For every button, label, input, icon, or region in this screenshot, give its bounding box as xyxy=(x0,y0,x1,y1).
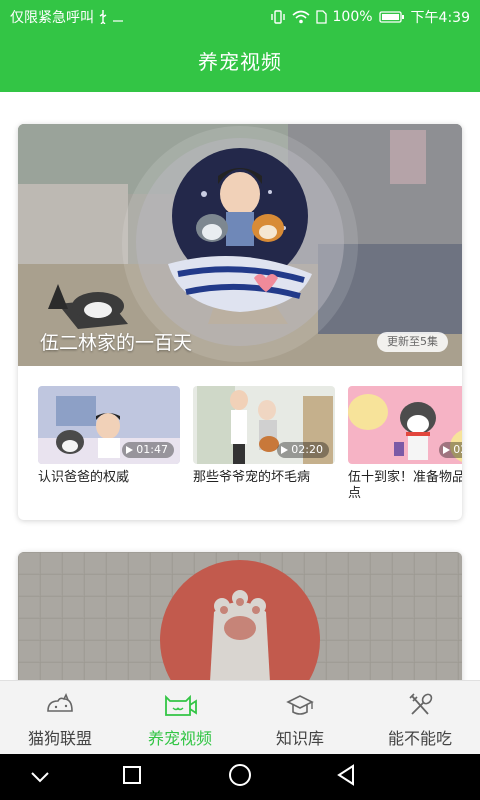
usb-icon xyxy=(98,10,108,24)
battery-percent: 100% xyxy=(332,9,373,25)
recents-button[interactable] xyxy=(92,754,172,800)
chevron-down-icon xyxy=(30,768,50,787)
episode-caption: 认识爸爸的权威 xyxy=(38,470,130,485)
status-bar: 仅限紧急呼叫 100% 下午4:39 xyxy=(0,0,480,32)
tab-label: 猫狗联盟 xyxy=(27,729,92,748)
episode-thumbnail[interactable]: 02:20 xyxy=(193,386,335,464)
system-nav-bar xyxy=(0,754,480,800)
collapse-button[interactable] xyxy=(0,754,80,800)
episode-item-3[interactable]: 02:1 伍十到家！准备物品盘点 xyxy=(348,386,462,502)
status-left: 仅限紧急呼叫 xyxy=(10,7,124,27)
vibrate-icon xyxy=(270,10,286,24)
duration-text: 01:47 xyxy=(136,443,168,456)
page-title: 养宠视频 xyxy=(198,50,282,74)
tab-pet-video[interactable]: 养宠视频 xyxy=(120,681,240,755)
battery-icon xyxy=(378,10,405,24)
graduation-cap-icon xyxy=(280,693,320,717)
tab-label: 知识库 xyxy=(275,729,324,748)
episode-item-1[interactable]: 01:47 认识爸爸的权威 xyxy=(38,386,180,486)
duration-text: 02:20 xyxy=(291,443,323,456)
notification-icon xyxy=(112,11,124,23)
circle-icon xyxy=(228,763,252,791)
episode-list[interactable]: 01:47 认识爸爸的权威 02:20 那些爷爷宠的坏毛病 0 伍十到家！准备物… xyxy=(38,386,462,516)
series-title: 伍二林家的一百天 xyxy=(40,332,193,354)
episode-caption: 那些爷爷宠的坏毛病 xyxy=(193,470,311,485)
episode-caption: 伍十到家！准备物品盘点 xyxy=(348,470,462,501)
play-icon xyxy=(281,446,289,454)
episode-count-badge: 更新至5集 xyxy=(377,332,448,352)
featured-series-card[interactable]: 伍二林家的一百天 更新至5集 01:47 认识爸爸的权威 02:20 那些爷爷宠… xyxy=(18,124,462,520)
cat-dog-icon xyxy=(40,693,80,717)
sim-icon xyxy=(315,10,327,24)
duration-text: 02:1 xyxy=(453,443,462,456)
pet-video-icon xyxy=(160,693,200,717)
tab-label: 养宠视频 xyxy=(147,729,212,748)
tab-cat-dog-alliance[interactable]: 猫狗联盟 xyxy=(0,681,120,755)
status-right: 100% 下午4:39 xyxy=(270,7,470,27)
carrier-text: 仅限紧急呼叫 xyxy=(10,10,94,26)
tab-knowledge-base[interactable]: 知识库 xyxy=(240,681,360,755)
featured-hero-image[interactable]: 伍二林家的一百天 更新至5集 xyxy=(18,124,462,366)
back-button[interactable] xyxy=(306,754,386,800)
episode-thumbnail[interactable]: 01:47 xyxy=(38,386,180,464)
episode-item-2[interactable]: 02:20 那些爷爷宠的坏毛病 xyxy=(193,386,335,486)
tab-can-it-eat[interactable]: 能不能吃 xyxy=(360,681,480,755)
fork-spoon-icon xyxy=(400,693,440,717)
home-button[interactable] xyxy=(200,754,280,800)
tab-label: 能不能吃 xyxy=(387,729,452,748)
square-icon xyxy=(122,765,142,789)
duration-label: 02:1 xyxy=(439,442,462,458)
clock: 下午4:39 xyxy=(410,10,470,26)
series-card-2[interactable] xyxy=(18,552,462,680)
paw-illustration xyxy=(18,552,462,680)
play-icon xyxy=(126,446,134,454)
series-cover[interactable] xyxy=(18,552,462,680)
video-feed[interactable]: 伍二林家的一百天 更新至5集 01:47 认识爸爸的权威 02:20 那些爷爷宠… xyxy=(0,92,480,680)
wifi-icon xyxy=(291,10,310,24)
app-header: 仅限紧急呼叫 100% 下午4:39 养宠视频 xyxy=(0,0,480,92)
back-triangle-icon xyxy=(336,764,356,790)
play-icon xyxy=(443,446,451,454)
duration-label: 01:47 xyxy=(122,442,174,458)
duration-label: 02:20 xyxy=(277,442,329,458)
bottom-tab-bar: 猫狗联盟 养宠视频 知识库 能不能吃 xyxy=(0,680,480,755)
episode-thumbnail[interactable]: 02:1 xyxy=(348,386,462,464)
